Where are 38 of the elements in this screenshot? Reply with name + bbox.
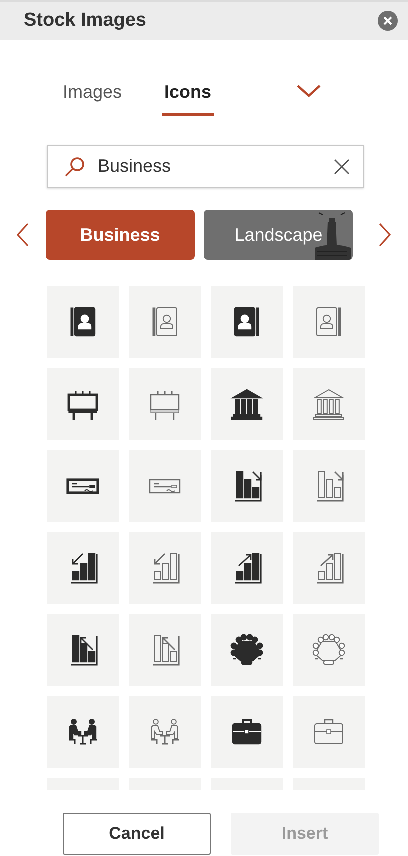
icon-tile[interactable]: [293, 532, 365, 604]
icon-tile[interactable]: [293, 614, 365, 686]
icon-tile[interactable]: [211, 368, 283, 440]
icon-tile[interactable]: [129, 532, 201, 604]
search-field[interactable]: Business: [47, 145, 364, 188]
icon-tile[interactable]: [47, 532, 119, 604]
icon-tile[interactable]: [211, 286, 283, 358]
icon-tile[interactable]: [47, 368, 119, 440]
icon-tile[interactable]: [47, 286, 119, 358]
panel-title: Stock Images: [24, 10, 146, 32]
icon-tile[interactable]: [293, 368, 365, 440]
icon-tile[interactable]: [47, 614, 119, 686]
close-icon: [383, 16, 393, 26]
search-input[interactable]: Business: [96, 155, 333, 178]
icon-tile[interactable]: [293, 696, 365, 768]
chevron-right-icon[interactable]: [379, 223, 392, 247]
icon-tile[interactable]: [47, 696, 119, 768]
icon-tile[interactable]: [129, 696, 201, 768]
close-button[interactable]: [378, 11, 398, 31]
clear-icon[interactable]: [333, 158, 351, 176]
icon-tile[interactable]: [129, 368, 201, 440]
icon-tile[interactable]: [129, 614, 201, 686]
icon-tile[interactable]: [47, 450, 119, 522]
icon-tile[interactable]: [211, 450, 283, 522]
tab[interactable]: Icons: [162, 82, 214, 116]
tab[interactable]: Images: [63, 82, 122, 116]
icon-tile[interactable]: [293, 450, 365, 522]
chevron-left-icon[interactable]: [16, 223, 29, 247]
category-button[interactable]: Landscape: [204, 210, 354, 260]
icon-tile[interactable]: [211, 532, 283, 604]
icon-tile[interactable]: [211, 696, 283, 768]
icon-tile[interactable]: [129, 450, 201, 522]
category-button[interactable]: Business: [46, 210, 195, 260]
icon-tile[interactable]: [293, 286, 365, 358]
icon-tile[interactable]: [211, 614, 283, 686]
search-icon: [64, 156, 86, 178]
cancel-button[interactable]: Cancel: [63, 813, 211, 855]
icon-tile[interactable]: [129, 286, 201, 358]
